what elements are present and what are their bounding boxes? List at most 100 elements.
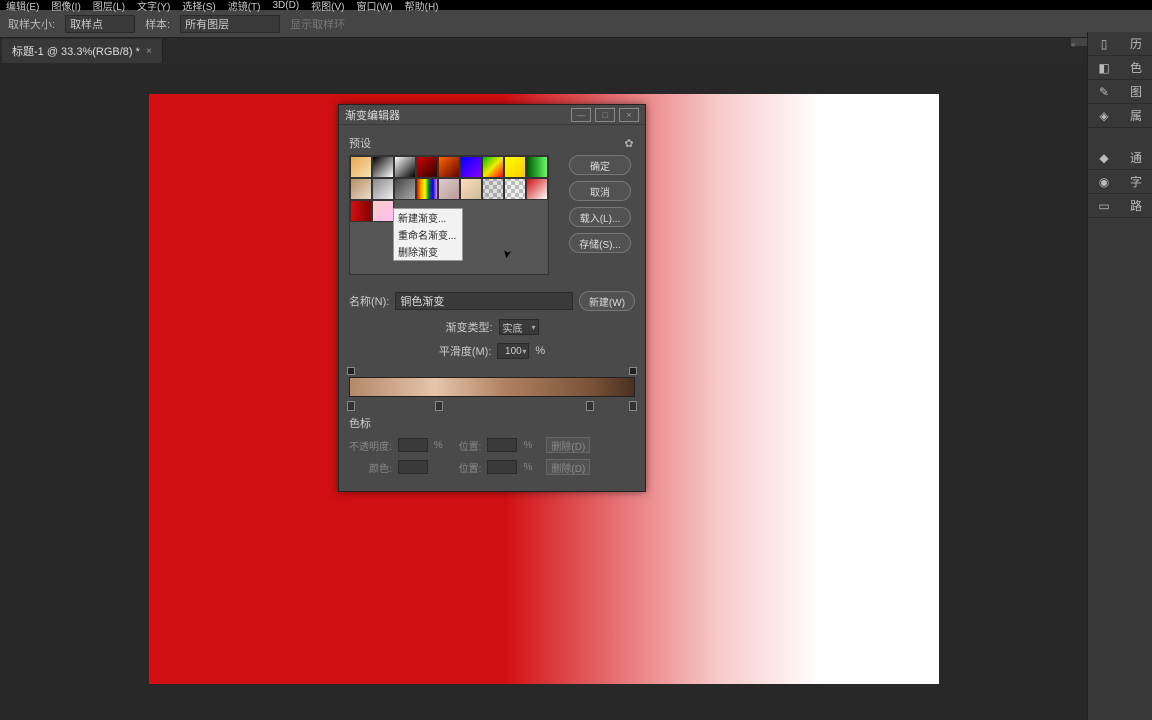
gradient-swatch[interactable] [460, 156, 482, 178]
gradient-type-dropdown[interactable]: 实底 [499, 319, 539, 335]
gradient-swatch[interactable] [350, 156, 372, 178]
gradient-swatch[interactable] [504, 178, 526, 200]
color-stop[interactable] [435, 401, 443, 411]
maximize-button[interactable]: □ [595, 108, 615, 122]
panel-icon-6[interactable]: ◉ [1088, 170, 1120, 193]
name-input[interactable]: 铜色渐变 [395, 292, 573, 310]
sample-size-label: 取样大小: [8, 16, 55, 32]
gradient-swatch[interactable] [526, 178, 548, 200]
gradient-editor-dialog: 渐变编辑器 — □ × 预设 ✿ [338, 104, 646, 492]
minimize-button[interactable]: — [571, 108, 591, 122]
gradient-swatch[interactable] [394, 178, 416, 200]
sample-layer-label: 样本: [145, 16, 170, 32]
gradient-swatch[interactable] [438, 156, 460, 178]
panel-label-6[interactable]: 字 [1120, 170, 1152, 193]
percent-label: % [535, 345, 545, 357]
gradient-swatch[interactable] [350, 178, 372, 200]
panel-label-1[interactable]: 历 [1120, 32, 1152, 55]
color-stop[interactable] [629, 401, 637, 411]
gradient-swatch[interactable] [482, 156, 504, 178]
panel-label-7[interactable]: 路 [1120, 194, 1152, 217]
position-input[interactable] [487, 438, 517, 452]
smoothness-input[interactable]: 100 [497, 343, 529, 359]
delete-stop-button[interactable]: 删除(D) [546, 437, 590, 453]
document-tab[interactable]: 标题-1 @ 33.3%(RGB/8) * × [2, 39, 163, 63]
options-bar: 取样大小: 取样点 样本: 所有图层 显示取样环 [0, 10, 1152, 38]
menu-bar: 编辑(E) 图像(I) 图层(L) 文字(Y) 选择(S) 滤镜(T) 3D(D… [0, 0, 1152, 10]
cancel-button[interactable]: 取消 [569, 181, 631, 201]
position-input[interactable] [487, 460, 517, 474]
menu-3d[interactable]: 3D(D) [273, 0, 300, 11]
gradient-swatch[interactable] [416, 156, 438, 178]
dialog-title: 渐变编辑器 [345, 107, 567, 123]
menu-edit[interactable]: 编辑(E) [6, 0, 39, 13]
ctx-delete-gradient[interactable]: 删除渐变 [394, 243, 462, 260]
save-button[interactable]: 存储(S)... [569, 233, 631, 253]
delete-stop-button[interactable]: 删除(D) [546, 459, 590, 475]
gradient-swatch[interactable] [372, 200, 394, 222]
new-button[interactable]: 新建(W) [579, 291, 635, 311]
tab-close-icon[interactable]: × [146, 46, 152, 57]
dialog-titlebar[interactable]: 渐变编辑器 — □ × [339, 105, 645, 125]
percent-label: % [523, 440, 532, 451]
smoothness-label: 平滑度(M): [439, 343, 492, 359]
gradient-swatch[interactable] [350, 200, 372, 222]
gradient-ramp[interactable] [349, 377, 635, 397]
color-label: 颜色: [369, 460, 392, 475]
panel-label-5[interactable]: 通 [1120, 146, 1152, 169]
tab-title: 标题-1 @ 33.3%(RGB/8) * [12, 43, 140, 59]
sample-size-dropdown[interactable]: 取样点 [65, 15, 135, 33]
menu-view[interactable]: 视图(V) [311, 0, 344, 13]
gradient-swatch[interactable] [394, 156, 416, 178]
panel-icon-1[interactable]: ▯ [1088, 32, 1120, 55]
load-button[interactable]: 载入(L)... [569, 207, 631, 227]
presets-grid: 新建渐变... 重命名渐变... 删除渐变 [349, 155, 549, 275]
opacity-label: 不透明度: [349, 438, 392, 453]
gradient-swatch[interactable] [372, 178, 394, 200]
gradient-swatch[interactable] [482, 178, 504, 200]
panel-icon-4[interactable]: ◈ [1088, 104, 1120, 127]
color-stop[interactable] [347, 401, 355, 411]
panel-icon-2[interactable]: ◧ [1088, 56, 1120, 79]
panel-icon-3[interactable]: ✎ [1088, 80, 1120, 103]
sample-layer-dropdown[interactable]: 所有图层 [180, 15, 280, 33]
opacity-input[interactable] [398, 438, 428, 452]
menu-help[interactable]: 帮助(H) [405, 0, 439, 13]
right-panel-dock: ▯历 ◧色 ✎图 ◈属 ◆通 ◉字 ▭路 [1087, 32, 1152, 720]
opacity-stop[interactable] [347, 367, 355, 375]
close-button[interactable]: × [619, 108, 639, 122]
color-swatch-input[interactable] [398, 460, 428, 474]
menu-layer[interactable]: 图层(L) [93, 0, 125, 13]
ctx-new-gradient[interactable]: 新建渐变... [394, 209, 462, 226]
menu-type[interactable]: 文字(Y) [137, 0, 170, 13]
ctx-rename-gradient[interactable]: 重命名渐变... [394, 226, 462, 243]
stops-label: 色标 [349, 415, 635, 431]
panel-icon-7[interactable]: ▭ [1088, 194, 1120, 217]
menu-select[interactable]: 选择(S) [182, 0, 215, 13]
gradient-swatch[interactable] [504, 156, 526, 178]
position-label: 位置: [459, 438, 482, 453]
gradient-type-label: 渐变类型: [445, 319, 492, 335]
preset-context-menu: 新建渐变... 重命名渐变... 删除渐变 [393, 208, 463, 261]
gear-icon[interactable]: ✿ [623, 137, 635, 149]
menu-image[interactable]: 图像(I) [51, 0, 80, 13]
panel-label-3[interactable]: 图 [1120, 80, 1152, 103]
panel-label-2[interactable]: 色 [1120, 56, 1152, 79]
position-label: 位置: [459, 460, 482, 475]
ok-button[interactable]: 确定 [569, 155, 631, 175]
opacity-stop[interactable] [629, 367, 637, 375]
gradient-swatch[interactable] [526, 156, 548, 178]
panel-label-4[interactable]: 属 [1120, 104, 1152, 127]
gradient-swatch[interactable] [438, 178, 460, 200]
menu-filter[interactable]: 滤镜(T) [228, 0, 261, 13]
panel-icon-5[interactable]: ◆ [1088, 146, 1120, 169]
gradient-swatch[interactable] [460, 178, 482, 200]
tab-scroll[interactable]: « [1071, 38, 1087, 46]
gradient-swatch[interactable] [372, 156, 394, 178]
gradient-ramp-editor[interactable] [349, 369, 635, 409]
gradient-swatch[interactable] [416, 178, 438, 200]
color-stop[interactable] [586, 401, 594, 411]
percent-label: % [523, 462, 532, 473]
menu-window[interactable]: 窗口(W) [357, 0, 393, 13]
presets-label: 预设 [349, 135, 371, 151]
